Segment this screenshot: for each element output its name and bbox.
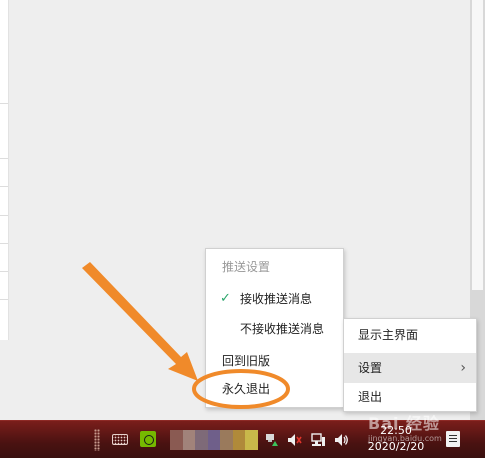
taskbar-grip[interactable]: [94, 429, 100, 451]
list-divider: [0, 243, 8, 244]
tray-context-menu: 显示主界面 设置 › 退出: [343, 318, 477, 412]
watermark-title: Bai 经验: [368, 414, 441, 433]
list-divider: [0, 299, 8, 300]
menu-item-label: 永久退出: [222, 382, 271, 396]
scrollbar-thumb[interactable]: [472, 0, 483, 290]
network-warning-icon[interactable]: [265, 433, 279, 447]
keyboard-icon[interactable]: [112, 434, 128, 445]
menu-item-settings[interactable]: 设置 ›: [344, 353, 476, 383]
watermark: Bai 经验 jingyan.baidu.com: [368, 414, 478, 452]
chevron-right-icon: ›: [460, 360, 466, 376]
menu-item-back-to-old-version[interactable]: 回到旧版: [206, 347, 343, 375]
menu-item-quit-forever[interactable]: 永久退出: [206, 375, 343, 403]
background-window-left: [0, 0, 9, 340]
menu-item-label: 显示主界面: [358, 328, 419, 342]
volume-muted-icon[interactable]: [286, 432, 302, 448]
list-divider: [0, 215, 8, 216]
list-divider: [0, 158, 8, 159]
watermark-url: jingyan.baidu.com: [368, 434, 442, 443]
menu-item-label: 回到旧版: [222, 354, 271, 368]
menu-item-show-main-window[interactable]: 显示主界面: [344, 321, 476, 349]
pixelated-tray-icons: [170, 430, 259, 450]
menu-item-label: 接收推送消息: [240, 292, 313, 306]
menu-header-label: 推送设置: [222, 260, 271, 274]
volume-icon[interactable]: [333, 432, 349, 448]
menu-item-receive-push[interactable]: ✓ 接收推送消息: [206, 285, 343, 313]
menu-item-no-receive-push[interactable]: 不接收推送消息: [206, 315, 343, 343]
list-divider: [0, 186, 8, 187]
menu-item-quit[interactable]: 退出: [344, 383, 476, 411]
menu-item-label: 退出: [358, 390, 383, 404]
list-divider: [0, 103, 8, 104]
push-settings-menu: 推送设置 ✓ 接收推送消息 不接收推送消息 回到旧版 永久退出: [205, 248, 344, 408]
menu-header-push-settings: 推送设置: [206, 253, 343, 281]
check-icon: ✓: [220, 291, 231, 306]
menu-item-label: 不接收推送消息: [240, 322, 325, 336]
annotation-arrow: [82, 262, 198, 381]
network-icon[interactable]: [310, 432, 326, 448]
nvidia-icon[interactable]: [140, 431, 156, 447]
list-divider: [0, 271, 8, 272]
menu-item-label: 设置: [358, 361, 383, 375]
